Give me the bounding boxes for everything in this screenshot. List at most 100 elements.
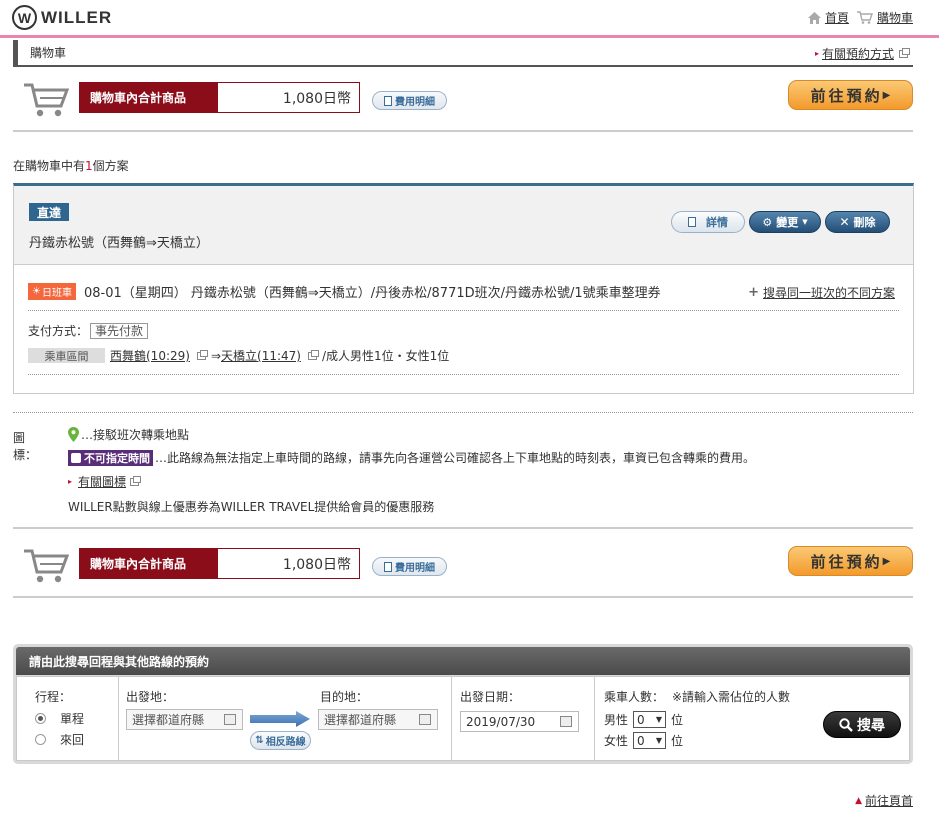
from-label: 出發地： — [126, 690, 175, 704]
page-title: 購物車 — [30, 46, 67, 60]
plus-icon: + — [748, 285, 759, 300]
reservation-help[interactable]: ▸ 有關預約方式 — [814, 45, 910, 62]
fee-detail-label: 費用明細 — [395, 97, 435, 108]
passengers-label: 乘車人數： — [604, 690, 665, 704]
passengers-note: ※請輸入需佔位的人數 — [672, 690, 791, 704]
gear-icon: ⚙ — [762, 215, 773, 229]
cart-total-value: 1,080日幣 — [217, 82, 360, 113]
calendar-icon[interactable] — [560, 716, 572, 727]
male-count-value: 0 — [637, 712, 645, 727]
plan-header: 直達 丹鐵赤松號（西舞鶴⇒天橋立） 詳情 ⚙ 變更 ▼ ✕ 刪除 — [14, 186, 913, 265]
to-placeholder: 選擇都道府縣 — [324, 713, 397, 727]
points-desc: WILLER點數與線上優惠券為WILLER TRAVEL提供給會員的優惠服務 — [68, 500, 435, 514]
legend-transfer: …接駁班次轉乘地點 — [68, 426, 189, 443]
divider — [13, 527, 913, 529]
search-panel-title: 請由此搜尋回程與其他路線的預約 — [16, 647, 910, 675]
swap-icon: ⇅ — [255, 735, 264, 746]
arrow-up-icon: ▲ — [855, 795, 862, 806]
column-divider — [594, 677, 595, 760]
delete-button[interactable]: ✕ 刪除 — [825, 211, 890, 233]
segment-line: 乘車區間 西舞鶴(10:29) ⇒ 天橋立(11:47) /成人男性1位・女性1… — [28, 347, 449, 364]
proceed-to-reserve-button[interactable]: 前往預約 ▶ — [788, 546, 913, 576]
female-label: 女性 — [604, 734, 629, 748]
count-prefix: 在購物車中有 — [13, 159, 86, 173]
trip-info: ☀ 日班車 08-01（星期四） 丹鐵赤松號（西舞鶴⇒天橋立）/丹後赤松/877… — [28, 282, 661, 301]
reservation-help-link[interactable]: 有關預約方式 — [822, 45, 894, 62]
home-icon — [807, 11, 821, 24]
cart-icon — [856, 11, 873, 24]
direct-badge: 直達 — [29, 203, 70, 221]
count-unit: 個 — [92, 159, 105, 173]
swap-label: 相反路線 — [265, 737, 306, 748]
icon-help-link[interactable]: 有關圖標 — [78, 473, 126, 490]
female-count-select[interactable]: 0 ▼ — [633, 732, 667, 749]
oneway-radio[interactable] — [35, 713, 46, 724]
shopping-cart-icon — [24, 549, 69, 583]
list-icon — [419, 714, 431, 725]
trip-roundtrip-option[interactable]: 來回 — [35, 731, 84, 748]
shopping-cart-icon — [24, 83, 69, 117]
column-divider — [451, 677, 452, 760]
female-unit: 位 — [671, 734, 684, 748]
transfer-desc: …接駁班次轉乘地點 — [81, 428, 190, 442]
payment-line: 支付方式： 事先付款 — [28, 322, 149, 339]
proceed-label: 前往預約 — [810, 86, 883, 105]
nav-home[interactable]: 首頁 — [807, 9, 849, 26]
search-label: 搜尋 — [857, 717, 885, 734]
detail-label: 詳情 — [706, 216, 728, 229]
list-icon — [224, 714, 236, 725]
logo-mark: W — [12, 5, 37, 30]
fee-detail-button[interactable]: 費用明細 — [372, 91, 447, 110]
legend-title: 圖標： — [13, 431, 38, 462]
nav-cart[interactable]: 購物車 — [856, 9, 913, 26]
from-prefecture-select[interactable]: 選擇都道府縣 — [126, 709, 243, 730]
oneway-label: 單程 — [60, 712, 85, 726]
departure-date-input[interactable]: 2019/07/30 — [460, 711, 579, 732]
payment-label: 支付方式： — [28, 324, 89, 338]
bus-icon — [71, 452, 81, 463]
male-label: 男性 — [604, 713, 629, 727]
search-form: 行程： 單程 來回 出發地： 選擇都道府縣 ⇅ 相反路線 目的地： 選擇都道府縣… — [16, 676, 910, 761]
search-same-trip-link[interactable]: 搜尋同一班次的不同方案 — [763, 284, 895, 301]
proceed-to-reserve-button[interactable]: 前往預約 ▶ — [788, 80, 913, 110]
legend-icon-link[interactable]: ▸ 有關圖標 — [68, 473, 142, 490]
document-icon — [384, 95, 392, 106]
fee-detail-button[interactable]: 費用明細 — [372, 557, 447, 576]
caret-down-icon: ▼ — [655, 736, 663, 745]
page-top-link[interactable]: 前往頁首 — [865, 792, 913, 809]
arrow-right-icon: ▸ — [68, 477, 73, 486]
swap-route-button[interactable]: ⇅ 相反路線 — [250, 731, 311, 750]
female-count-value: 0 — [637, 733, 645, 748]
change-button[interactable]: ⚙ 變更 ▼ — [749, 211, 821, 233]
male-unit: 位 — [671, 713, 684, 727]
passenger-summary: /成人男性1位・女性1位 — [321, 349, 450, 363]
roundtrip-radio[interactable] — [35, 734, 46, 745]
trip-oneway-option[interactable]: 單程 — [35, 710, 84, 727]
nav-home-link[interactable]: 首頁 — [825, 9, 849, 26]
document-icon — [688, 217, 696, 227]
payment-method-tag: 事先付款 — [90, 322, 149, 339]
to-prefecture-select[interactable]: 選擇都道府縣 — [318, 709, 438, 730]
female-count-row: 女性 0 ▼ 位 — [604, 732, 683, 749]
search-button[interactable]: 搜尋 — [823, 711, 901, 738]
external-window-icon — [899, 47, 910, 58]
search-same-trip[interactable]: + 搜尋同一班次的不同方案 — [748, 284, 895, 301]
no-time-desc: …此路線為無法指定上車時間的路線，請事先向各運營公司確認各上下車地點的時刻表，車… — [155, 451, 756, 465]
brand-divider — [0, 35, 939, 38]
from-stop-link[interactable]: 西舞鶴(10:29) — [110, 347, 190, 364]
play-arrow-icon: ▶ — [882, 89, 891, 101]
top-bar: W WILLER 首頁 購物車 — [0, 0, 939, 34]
detail-button[interactable]: 詳情 — [671, 211, 745, 233]
plan-count: 1 — [85, 159, 93, 173]
to-stop-link[interactable]: 天橋立(11:47) — [221, 347, 301, 364]
divider — [28, 310, 899, 311]
willer-logo[interactable]: W WILLER — [12, 5, 112, 30]
male-count-select[interactable]: 0 ▼ — [633, 711, 667, 728]
date-label: 出發日期： — [460, 690, 521, 704]
nav-cart-link[interactable]: 購物車 — [877, 9, 913, 26]
cart-summary-bottom: 購物車內合計商品 1,080日幣 費用明細 前往預約 ▶ — [13, 546, 913, 598]
page-top[interactable]: ▲ 前往頁首 — [855, 792, 913, 809]
arrow-right-icon: ▸ — [814, 49, 819, 58]
trip-type-label: 行程： — [35, 690, 72, 704]
day-bus-label: 日班車 — [41, 288, 72, 299]
